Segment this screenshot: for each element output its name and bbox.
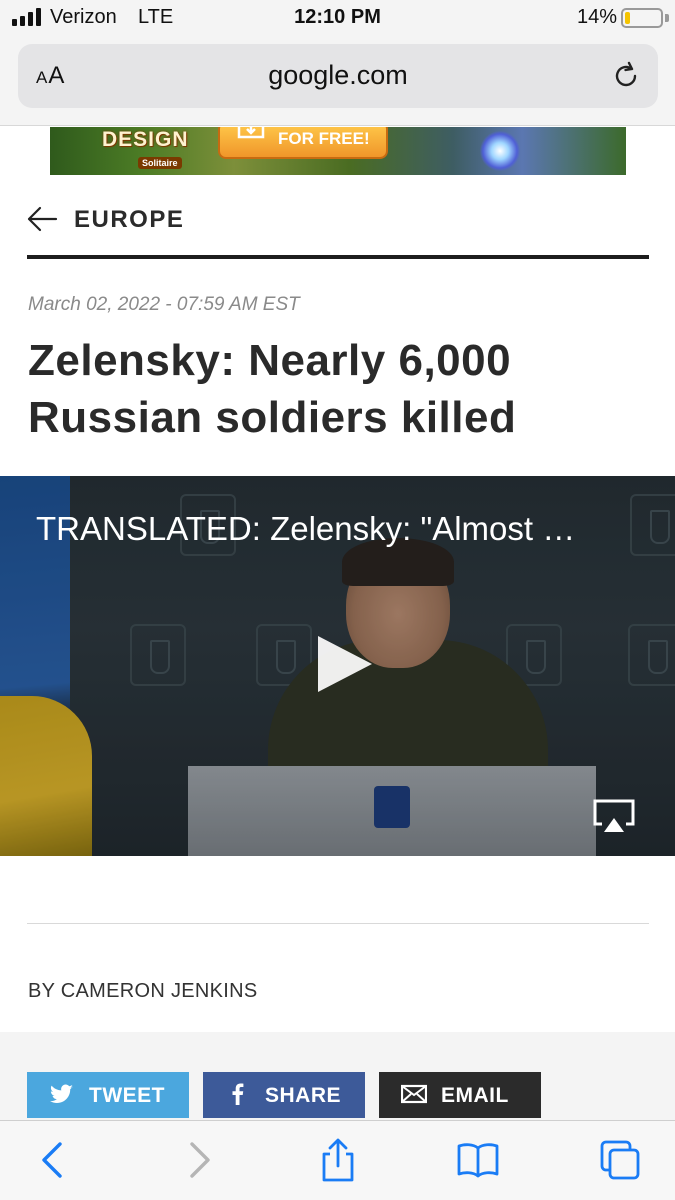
ad-subtitle: Solitaire xyxy=(138,157,182,169)
section-divider xyxy=(27,255,649,259)
status-bar: Verizon LTE 12:10 PM 14% xyxy=(0,0,675,38)
bookmarks-icon[interactable] xyxy=(456,1138,500,1182)
back-arrow-icon[interactable] xyxy=(26,204,58,234)
email-button[interactable]: EMAIL xyxy=(379,1072,541,1118)
status-time: 12:10 PM xyxy=(294,6,381,28)
forward-icon[interactable] xyxy=(176,1138,220,1182)
section-title[interactable]: EUROPE xyxy=(74,206,184,234)
url-text[interactable]: google.com xyxy=(18,60,658,91)
download-icon xyxy=(237,127,265,139)
ad-cta-label: FOR FREE! xyxy=(278,129,370,148)
play-icon[interactable] xyxy=(314,634,376,694)
facebook-icon xyxy=(232,1083,244,1105)
ad-cta-button[interactable]: FOR FREE! xyxy=(218,127,388,159)
address-bar[interactable]: AA google.com xyxy=(18,44,658,108)
tweet-button[interactable]: TWEET xyxy=(27,1072,189,1118)
envelope-icon xyxy=(401,1084,427,1104)
tweet-label: TWEET xyxy=(89,1084,165,1107)
reload-icon[interactable] xyxy=(610,60,642,92)
share-label: SHARE xyxy=(265,1084,342,1107)
ad-artwork xyxy=(480,131,520,171)
back-icon[interactable] xyxy=(32,1138,76,1182)
browser-address-area: AA google.com xyxy=(0,38,675,126)
battery-icon xyxy=(621,8,663,28)
content-divider xyxy=(27,923,649,924)
twitter-icon xyxy=(50,1084,73,1103)
battery-percentage: 14% xyxy=(576,6,617,28)
ad-banner[interactable]: DESIGN Solitaire FOR FREE! xyxy=(50,127,626,175)
airplay-icon[interactable] xyxy=(592,798,636,834)
article-headline: Zelensky: Nearly 6,000 Russian soldiers … xyxy=(28,336,517,442)
article-timestamp: March 02, 2022 - 07:59 AM EST xyxy=(28,294,300,315)
facebook-share-button[interactable]: SHARE xyxy=(203,1072,365,1118)
video-title[interactable]: TRANSLATED: Zelensky: "Almost … xyxy=(36,510,636,548)
article-byline: BY CAMERON JENKINS xyxy=(28,980,258,1002)
email-label: EMAIL xyxy=(441,1084,509,1107)
ad-brand: DESIGN xyxy=(102,128,189,151)
tabs-icon[interactable] xyxy=(598,1138,642,1182)
share-icon[interactable] xyxy=(316,1138,360,1182)
battery-nub xyxy=(665,14,669,22)
